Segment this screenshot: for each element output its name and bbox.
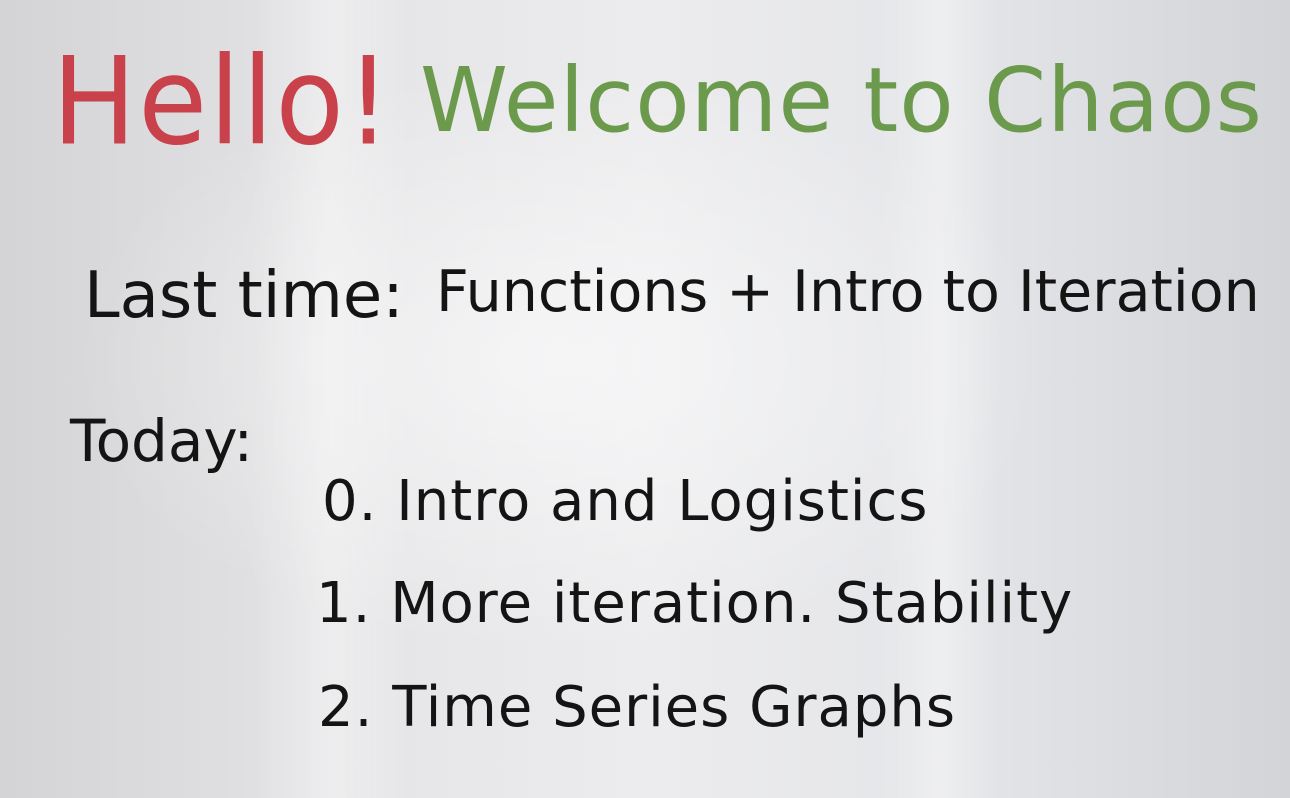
agenda-item: 2. Time Series Graphs <box>318 675 957 740</box>
whiteboard: Hello! Welcome to Chaos Last time: Funct… <box>0 0 1290 798</box>
today-label: Today: <box>70 407 254 475</box>
welcome-heading: Welcome to Chaos <box>420 48 1263 152</box>
greeting-text: Hello! <box>52 32 393 173</box>
agenda-item: 1. More iteration. Stability <box>316 571 1074 636</box>
last-time-topic: Functions + Intro to Iteration <box>436 259 1260 325</box>
agenda-item: 0. Intro and Logistics <box>322 469 929 534</box>
last-time-label: Last time: <box>84 259 404 333</box>
